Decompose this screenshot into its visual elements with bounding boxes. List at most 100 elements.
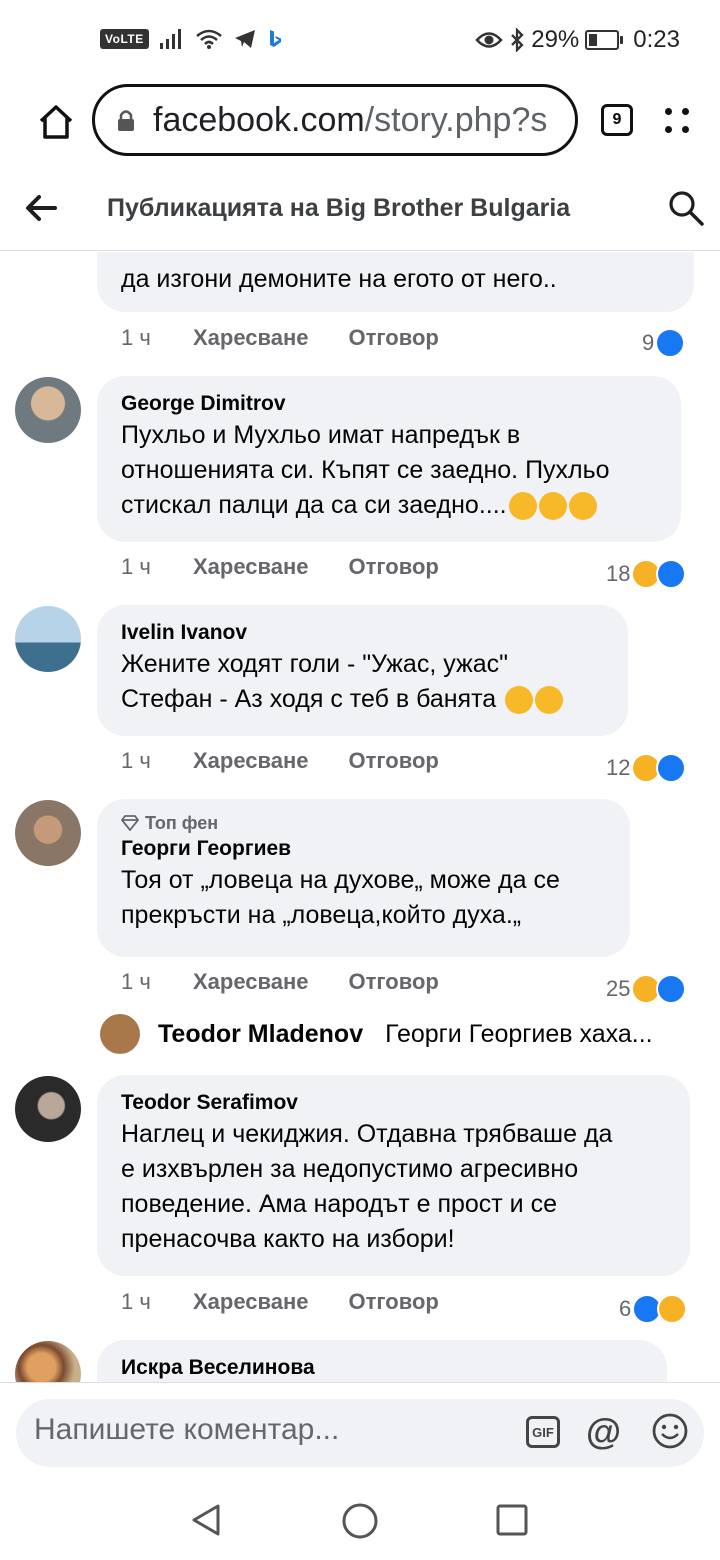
comment-actions: 1 ч Харесване Отговор [121, 325, 439, 351]
page-title: Публикацията на Big Brother Bulgaria [107, 194, 571, 222]
comment-text: Жените ходят голи - "Ужас, ужас" Стефан … [121, 647, 604, 717]
reaction-count[interactable]: 6 [619, 1294, 688, 1324]
reply-button[interactable]: Отговор [349, 554, 439, 580]
comment-text: Тоя от „ловеца на духове„ може да се пре… [121, 863, 606, 933]
comment-author[interactable]: Teodor Serafimov [121, 1089, 666, 1117]
home-icon[interactable] [34, 100, 78, 144]
rofl-emoji-icon [505, 686, 534, 715]
volte-icon: VoLTE [100, 29, 149, 49]
badge-label: Топ фен [145, 813, 219, 833]
reaction-count[interactable]: 18 [606, 559, 687, 589]
like-button[interactable]: Харесване [193, 1289, 309, 1315]
comment-bubble: Ivelin Ivanov Жените ходят голи - "Ужас,… [97, 605, 628, 736]
avatar[interactable] [15, 800, 81, 866]
comment-text: да изгони демоните на егото от него.. [121, 265, 557, 293]
comment-line: поведение. Ама народът е прост и се [121, 1190, 557, 1218]
reaction-number: 12 [606, 755, 631, 780]
like-reaction-icon [656, 974, 687, 1004]
diamond-icon [121, 815, 139, 831]
menu-dot [682, 108, 689, 115]
laughing-emoji-icon [508, 492, 537, 521]
url-path: /story.php?s [364, 100, 548, 139]
haha-reaction-icon [657, 1294, 688, 1324]
url-host: facebook.com [153, 100, 365, 139]
eye-icon [475, 32, 503, 48]
comment-bubble: да изгони демоните на егото от него.. [97, 252, 694, 312]
menu-dot [682, 126, 689, 133]
post-header: Публикацията на Big Brother Bulgaria [0, 168, 720, 251]
comment-author[interactable]: Искра Веселинова [121, 1354, 643, 1382]
comment-bubble: George Dimitrov Пухльо и Мухльо имат нап… [97, 376, 681, 542]
comment-actions: 1 ч Харесване Отговор [121, 969, 439, 995]
comment-line: Стефан - Аз ходя с теб в банята [121, 682, 604, 717]
like-reaction-icon [656, 753, 687, 783]
laughing-emoji-icon [538, 492, 567, 521]
mention-button[interactable]: @ [586, 1411, 621, 1453]
comment-line: е изхвърлен за недопустимо агресивно [121, 1155, 579, 1183]
like-button[interactable]: Харесване [193, 325, 309, 351]
like-button[interactable]: Харесване [193, 554, 309, 580]
comment-line-text: Стефан - Аз ходя с теб в банята [121, 685, 497, 713]
rofl-emoji-icon [535, 686, 564, 715]
wifi-icon [195, 29, 222, 49]
reply-author: Teodor Mladenov [158, 1019, 364, 1048]
reaction-count[interactable]: 12 [606, 753, 687, 783]
comment-author[interactable]: Ivelin Ivanov [121, 619, 604, 647]
recents-nav-icon[interactable] [495, 1503, 529, 1537]
reply-text: Георги Георгиев хаха... [385, 1019, 653, 1048]
comment-placeholder: Напишете коментар... [34, 1413, 340, 1446]
battery-icon [585, 30, 624, 50]
telegram-icon [234, 30, 255, 48]
comment-text: Пухльо и Мухльо имат напредък в отношени… [121, 418, 657, 523]
reply-button[interactable]: Отговор [349, 748, 439, 774]
top-fan-badge: Топ фен [121, 811, 606, 835]
reply-preview[interactable]: Teodor Mladenov Георги Георгиев хаха... [100, 1012, 653, 1056]
menu-dot [665, 108, 672, 115]
reply-button[interactable]: Отговор [349, 1289, 439, 1315]
browser-menu-button[interactable] [660, 102, 694, 140]
home-nav-icon[interactable] [341, 1502, 379, 1540]
system-nav-bar [0, 1486, 720, 1560]
tabs-button[interactable]: 9 [601, 104, 633, 136]
like-reaction-icon [656, 559, 687, 589]
search-icon[interactable] [666, 188, 706, 228]
menu-dot [665, 126, 672, 133]
laughing-emoji-icon [568, 492, 597, 521]
gif-button[interactable]: GIF [526, 1416, 560, 1448]
comment-text: Наглец и чекиджия. Отдавна трябваше да е… [121, 1117, 666, 1257]
like-reaction-icon [655, 328, 686, 358]
comment-bubble: Teodor Serafimov Наглец и чекиджия. Отда… [97, 1075, 690, 1276]
bing-icon [269, 30, 281, 47]
reaction-count[interactable]: 9 [642, 328, 686, 358]
comment-time: 1 ч [121, 325, 151, 350]
reaction-number: 18 [606, 561, 631, 586]
reaction-number: 6 [619, 1296, 632, 1321]
avatar[interactable] [15, 1076, 81, 1142]
lock-icon [118, 110, 134, 131]
reaction-count[interactable]: 25 [606, 974, 687, 1004]
status-bar: VoLTE 29% 0:23 [0, 0, 720, 84]
battery-percent: 29% [531, 26, 580, 53]
comment-line: отношенията си. Къпят се заедно. Пухльо [121, 456, 610, 484]
like-button[interactable]: Харесване [193, 969, 309, 995]
like-button[interactable]: Харесване [193, 748, 309, 774]
comment-line-text: стискал палци да са си заедно.... [121, 491, 507, 519]
back-nav-icon[interactable] [188, 1502, 224, 1538]
comment-author[interactable]: George Dimitrov [121, 390, 657, 418]
comment-line: стискал палци да са си заедно.... [121, 488, 657, 523]
browser-toolbar: facebook.com/story.php?s 9 [0, 84, 720, 164]
comment-time: 1 ч [121, 969, 151, 994]
reply-button[interactable]: Отговор [349, 325, 439, 351]
back-arrow-icon[interactable] [22, 190, 62, 226]
comment-actions: 1 ч Харесване Отговор [121, 1289, 439, 1315]
avatar[interactable] [15, 377, 81, 443]
comment-author[interactable]: Георги Георгиев [121, 835, 606, 863]
comment-line: пренасочва както на избори! [121, 1225, 455, 1253]
reply-button[interactable]: Отговор [349, 969, 439, 995]
comment-line: Пухльо и Мухльо имат напредък в [121, 421, 521, 449]
comment-bubble: Топ фен Георги Георгиев Тоя от „ловеца н… [97, 799, 630, 957]
comment-time: 1 ч [121, 1289, 151, 1314]
address-bar[interactable]: facebook.com/story.php?s [92, 84, 578, 156]
avatar[interactable] [15, 606, 81, 672]
emoji-icon[interactable] [651, 1412, 689, 1450]
